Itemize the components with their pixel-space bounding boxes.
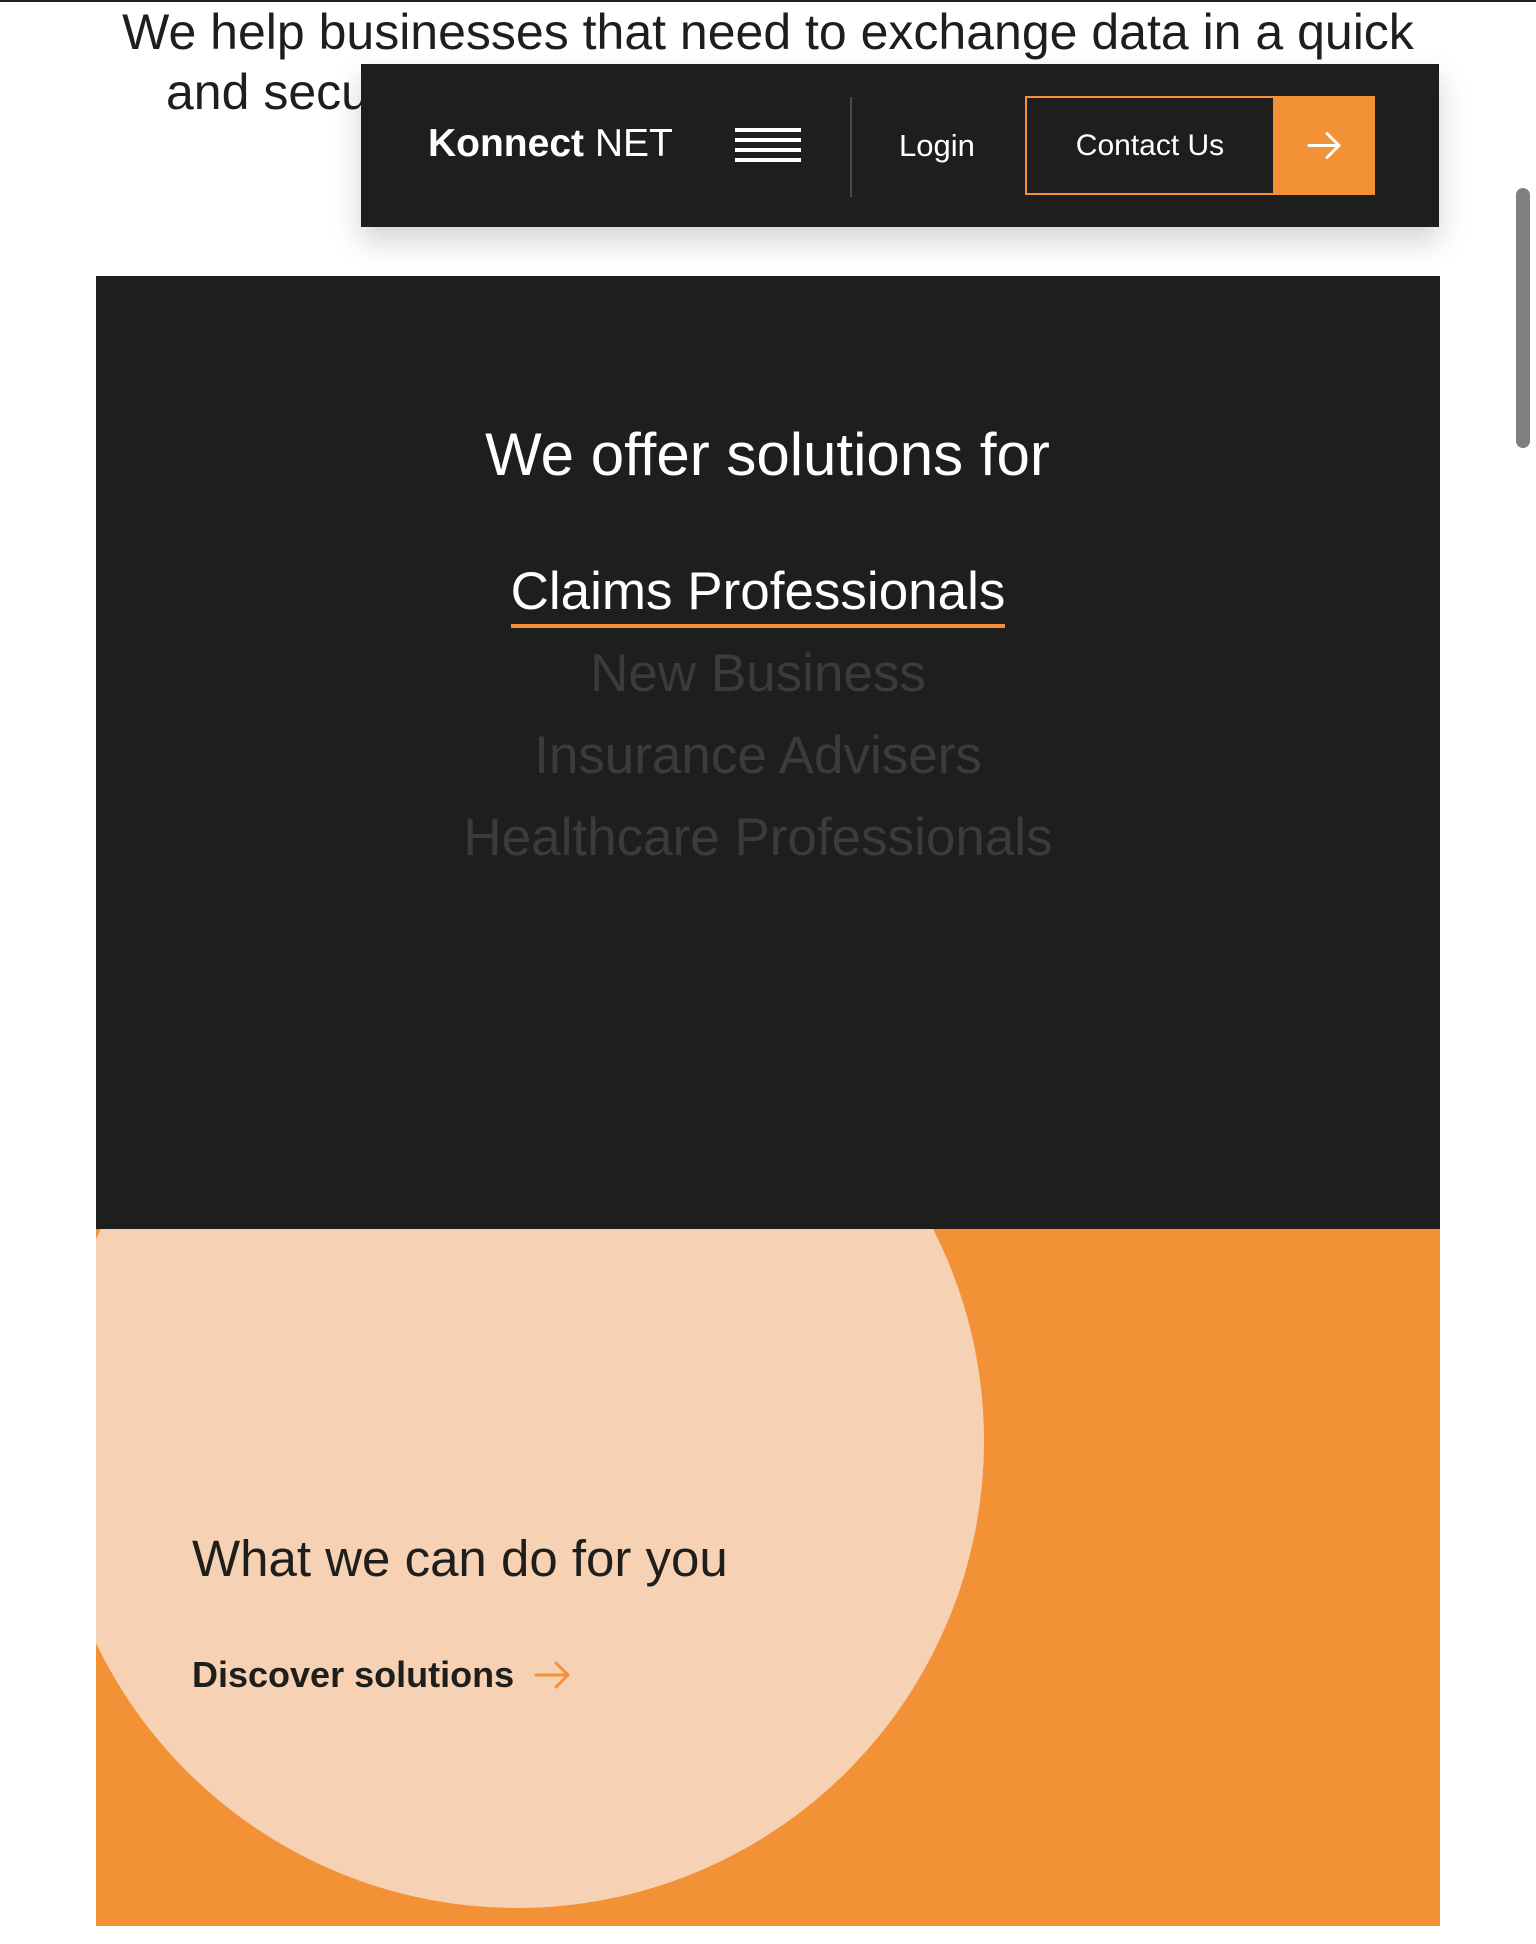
discover-solutions-label: Discover solutions <box>192 1654 515 1695</box>
intro-line-1: We help businesses that need to exchange… <box>122 4 1414 60</box>
header-divider <box>850 97 852 197</box>
solution-item-label: Claims Professionals <box>510 562 1006 628</box>
discover-solutions-link[interactable]: Discover solutions <box>192 1653 572 1697</box>
solution-item-healthcare-professionals[interactable]: Healthcare Professionals <box>96 806 1420 870</box>
contact-us-button[interactable]: Contact Us <box>1025 96 1375 195</box>
site-logo[interactable]: Konnect NET <box>428 122 673 166</box>
hamburger-menu-icon[interactable] <box>735 128 801 162</box>
scrollbar-thumb[interactable] <box>1516 188 1530 448</box>
solution-item-insurance-advisers[interactable]: Insurance Advisers <box>96 724 1420 788</box>
solutions-title: We offer solutions for <box>485 421 1050 488</box>
contact-us-label: Contact Us <box>1025 96 1273 195</box>
logo-bold-text: Konnect <box>428 122 584 165</box>
solution-item-label: Insurance Advisers <box>534 726 982 785</box>
solution-item-claims-professionals[interactable]: Claims Professionals <box>96 560 1420 628</box>
site-header: Konnect NET Login Contact Us <box>361 64 1439 227</box>
arrow-right-icon <box>534 1661 570 1689</box>
arrow-right-icon <box>1307 132 1341 159</box>
solution-item-label: New Business <box>590 644 926 703</box>
solutions-section: We offer solutions for Claims Profession… <box>96 276 1440 1229</box>
logo-regular-text: NET <box>584 122 673 165</box>
solution-item-label: Healthcare Professionals <box>463 808 1053 867</box>
intro-line-2: and secu <box>166 64 369 120</box>
cta-section: What we can do for you Discover solution… <box>96 1229 1440 1926</box>
cta-title: What we can do for you <box>192 1530 728 1587</box>
solution-item-new-business[interactable]: New Business <box>96 642 1420 706</box>
contact-arrow-box <box>1273 96 1375 195</box>
login-link[interactable]: Login <box>899 128 975 164</box>
